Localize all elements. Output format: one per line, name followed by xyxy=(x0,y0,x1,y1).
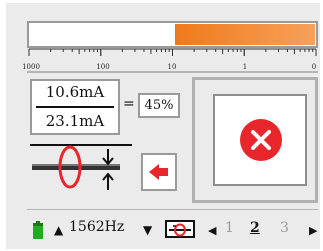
page-prev-button[interactable]: ◀ xyxy=(208,224,216,237)
scale-label-1000: 1000 xyxy=(22,63,40,71)
scale-label-0: 0 xyxy=(311,63,317,71)
frequency-value: 1562Hz xyxy=(69,219,125,235)
error-x-icon xyxy=(240,119,282,161)
scale-label-100: 100 xyxy=(96,63,110,71)
page-3[interactable]: 3 xyxy=(280,220,289,236)
battery-icon xyxy=(33,221,43,239)
fraction-line xyxy=(36,106,114,108)
scale-label-10: 10 xyxy=(167,63,177,71)
left-arrow-icon xyxy=(149,164,168,180)
equals-sign: = xyxy=(123,96,135,112)
page-2[interactable]: 2 xyxy=(250,220,260,236)
scale-label-1: 1 xyxy=(242,63,248,71)
current-ratio-box: 10.6mA 23.1mA xyxy=(30,79,120,135)
frequency-up-button[interactable]: ▲ xyxy=(54,223,63,237)
percent-box: 45% xyxy=(138,93,180,118)
percent-value: 45% xyxy=(144,98,174,113)
signal-level-fill xyxy=(174,24,315,45)
divider xyxy=(27,209,318,210)
status-box xyxy=(213,94,307,186)
page-1[interactable]: 1 xyxy=(225,220,234,236)
frequency-down-button[interactable]: ▼ xyxy=(143,223,152,237)
divider xyxy=(27,71,318,73)
ratio-denominator: 23.1mA xyxy=(45,112,105,130)
ratio-numerator: 10.6mA xyxy=(45,83,105,101)
direction-indicator xyxy=(141,153,177,191)
log-scale-ticks xyxy=(28,48,317,56)
probe-icon xyxy=(169,223,191,237)
probe-button[interactable] xyxy=(165,220,195,238)
page-next-button[interactable]: ▶ xyxy=(309,224,317,237)
signal-level-bar xyxy=(27,21,318,48)
